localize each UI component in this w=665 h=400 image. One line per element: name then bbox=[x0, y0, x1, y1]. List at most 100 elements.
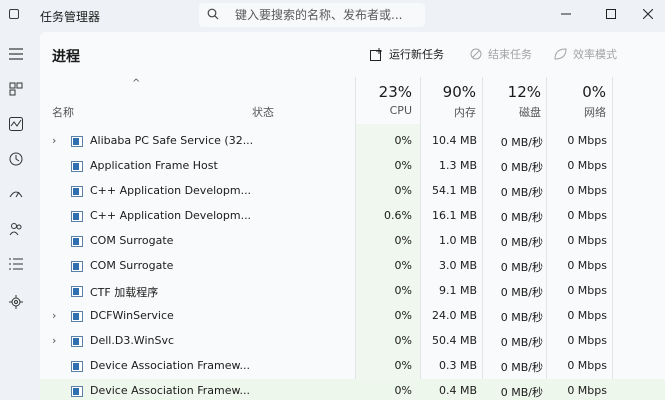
app-window-icon bbox=[71, 286, 83, 297]
cpu-value: 0% bbox=[394, 134, 412, 147]
expand-chevron-icon[interactable]: › bbox=[52, 134, 56, 147]
memory-value: 1.3 MB bbox=[438, 159, 477, 172]
cpu-percent[interactable]: 23% bbox=[358, 83, 412, 101]
search-box[interactable] bbox=[199, 3, 425, 27]
memory-percent[interactable]: 90% bbox=[422, 83, 476, 101]
network-value: 0 Mbps bbox=[567, 234, 607, 247]
cpu-value: 0% bbox=[394, 259, 412, 272]
disk-value: 0 MB/秒 bbox=[500, 211, 543, 224]
cpu-value: 0.6% bbox=[384, 209, 412, 222]
search-input[interactable] bbox=[235, 6, 419, 24]
table-row[interactable]: CTF 加载程序 0% 9.1 MB 0 MB/秒 0 Mbps bbox=[40, 279, 665, 304]
app-window-icon bbox=[71, 311, 83, 322]
app-window-icon bbox=[71, 336, 83, 347]
network-value: 0 Mbps bbox=[567, 359, 607, 372]
end-task-label: 结束任务 bbox=[488, 48, 532, 61]
column-header-status[interactable]: 状态 bbox=[252, 104, 274, 120]
title-bar: 任务管理器 bbox=[0, 0, 665, 32]
expand-chevron-icon[interactable]: › bbox=[52, 334, 56, 347]
table-row[interactable]: Application Frame Host 0% 1.3 MB 0 MB/秒 … bbox=[40, 154, 665, 179]
process-name: Dell.D3.WinSvc bbox=[90, 334, 175, 347]
processes-icon bbox=[9, 82, 23, 96]
minimize-button[interactable] bbox=[546, 0, 586, 28]
efficiency-mode-button[interactable]: 效率模式 bbox=[554, 46, 617, 62]
services-icon bbox=[9, 295, 23, 309]
network-value: 0 Mbps bbox=[567, 209, 607, 222]
sidebar-item-details[interactable] bbox=[4, 252, 28, 276]
network-value: 0 Mbps bbox=[567, 134, 607, 147]
cpu-value: 0% bbox=[394, 184, 412, 197]
column-header-memory[interactable]: 内存 bbox=[422, 104, 476, 120]
app-window-icon bbox=[71, 161, 83, 172]
maximize-button[interactable] bbox=[591, 0, 631, 28]
table-row[interactable]: › Dell.D3.WinSvc 0% 50.4 MB 0 MB/秒 0 Mbp… bbox=[40, 329, 665, 354]
end-task-button[interactable]: 结束任务 bbox=[470, 46, 532, 62]
column-header-network[interactable]: 网络 bbox=[550, 104, 606, 120]
run-new-task-label: 运行新任务 bbox=[389, 48, 444, 61]
memory-value: 16.1 MB bbox=[431, 209, 477, 222]
column-header-disk[interactable]: 磁盘 bbox=[486, 104, 541, 120]
memory-value: 0.3 MB bbox=[438, 359, 477, 372]
network-value: 0 Mbps bbox=[567, 334, 607, 347]
efficiency-mode-label: 效率模式 bbox=[573, 48, 617, 61]
disk-value: 0 MB/秒 bbox=[500, 136, 543, 149]
disk-value: 0 MB/秒 bbox=[500, 311, 543, 324]
expand-chevron-icon[interactable]: › bbox=[52, 309, 56, 322]
memory-value: 24.0 MB bbox=[431, 309, 477, 322]
table-row[interactable]: › DCFWinService 0% 24.0 MB 0 MB/秒 0 Mbps bbox=[40, 304, 665, 329]
cpu-value: 0% bbox=[394, 234, 412, 247]
disk-value: 0 MB/秒 bbox=[500, 161, 543, 174]
table-row[interactable]: Device Association Framew... 0% 0.3 MB 0… bbox=[40, 354, 665, 379]
table-row[interactable]: COM Surrogate 0% 1.0 MB 0 MB/秒 0 Mbps bbox=[40, 229, 665, 254]
network-percent[interactable]: 0% bbox=[550, 83, 606, 101]
column-header-name[interactable]: 名称 bbox=[52, 104, 74, 120]
processes-panel: 进程 运行新任务 结束任务 效率模式 ^ 名称 状态 23% CPU 90% 内… bbox=[40, 32, 665, 400]
table-row[interactable]: Device Association Framew... 0% 0.4 MB 0… bbox=[40, 379, 665, 400]
cpu-value: 0% bbox=[394, 309, 412, 322]
disk-value: 0 MB/秒 bbox=[500, 236, 543, 249]
hamburger-icon bbox=[9, 48, 23, 60]
run-new-task-button[interactable]: 运行新任务 bbox=[370, 46, 444, 62]
table-row[interactable]: C++ Application Developm... 0.6% 16.1 MB… bbox=[40, 204, 665, 229]
details-icon bbox=[9, 258, 23, 270]
disk-value: 0 MB/秒 bbox=[500, 186, 543, 199]
sidebar-item-users[interactable] bbox=[4, 217, 28, 241]
leaf-icon bbox=[554, 48, 567, 60]
new-task-icon bbox=[370, 47, 382, 61]
sidebar-item-processes[interactable] bbox=[4, 77, 28, 101]
process-name: C++ Application Developm... bbox=[90, 184, 252, 197]
end-task-icon bbox=[470, 48, 482, 60]
search-icon bbox=[207, 8, 219, 20]
startup-icon bbox=[9, 191, 23, 198]
hamburger-menu-button[interactable] bbox=[4, 42, 28, 66]
memory-value: 10.4 MB bbox=[431, 134, 477, 147]
process-name: COM Surrogate bbox=[90, 259, 174, 272]
app-window-icon bbox=[71, 136, 83, 147]
app-window-icon bbox=[71, 386, 83, 397]
table-row[interactable]: › Alibaba PC Safe Service (32... 0% 10.4… bbox=[40, 129, 665, 154]
maximize-icon bbox=[606, 9, 616, 19]
process-name: Application Frame Host bbox=[90, 159, 218, 172]
table-row[interactable]: COM Surrogate 0% 3.0 MB 0 MB/秒 0 Mbps bbox=[40, 254, 665, 279]
sidebar-item-app-history[interactable] bbox=[4, 147, 28, 171]
sidebar-item-performance[interactable] bbox=[4, 112, 28, 136]
process-name: DCFWinService bbox=[90, 309, 174, 322]
app-icon bbox=[9, 9, 19, 19]
column-header-cpu[interactable]: CPU bbox=[358, 104, 412, 117]
close-button[interactable] bbox=[628, 0, 665, 28]
memory-value: 0.4 MB bbox=[438, 384, 477, 397]
app-window-icon bbox=[71, 186, 83, 197]
app-window-icon bbox=[71, 211, 83, 222]
disk-value: 0 MB/秒 bbox=[500, 286, 543, 299]
network-value: 0 Mbps bbox=[567, 309, 607, 322]
close-icon bbox=[643, 9, 653, 19]
cpu-value: 0% bbox=[394, 384, 412, 397]
disk-percent[interactable]: 12% bbox=[486, 83, 541, 101]
app-title: 任务管理器 bbox=[40, 10, 101, 24]
memory-value: 54.1 MB bbox=[431, 184, 477, 197]
sidebar-item-startup[interactable] bbox=[4, 182, 28, 206]
memory-value: 3.0 MB bbox=[438, 259, 477, 272]
performance-icon bbox=[9, 117, 23, 131]
table-row[interactable]: C++ Application Developm... 0% 54.1 MB 0… bbox=[40, 179, 665, 204]
sidebar-item-services[interactable] bbox=[4, 290, 28, 314]
